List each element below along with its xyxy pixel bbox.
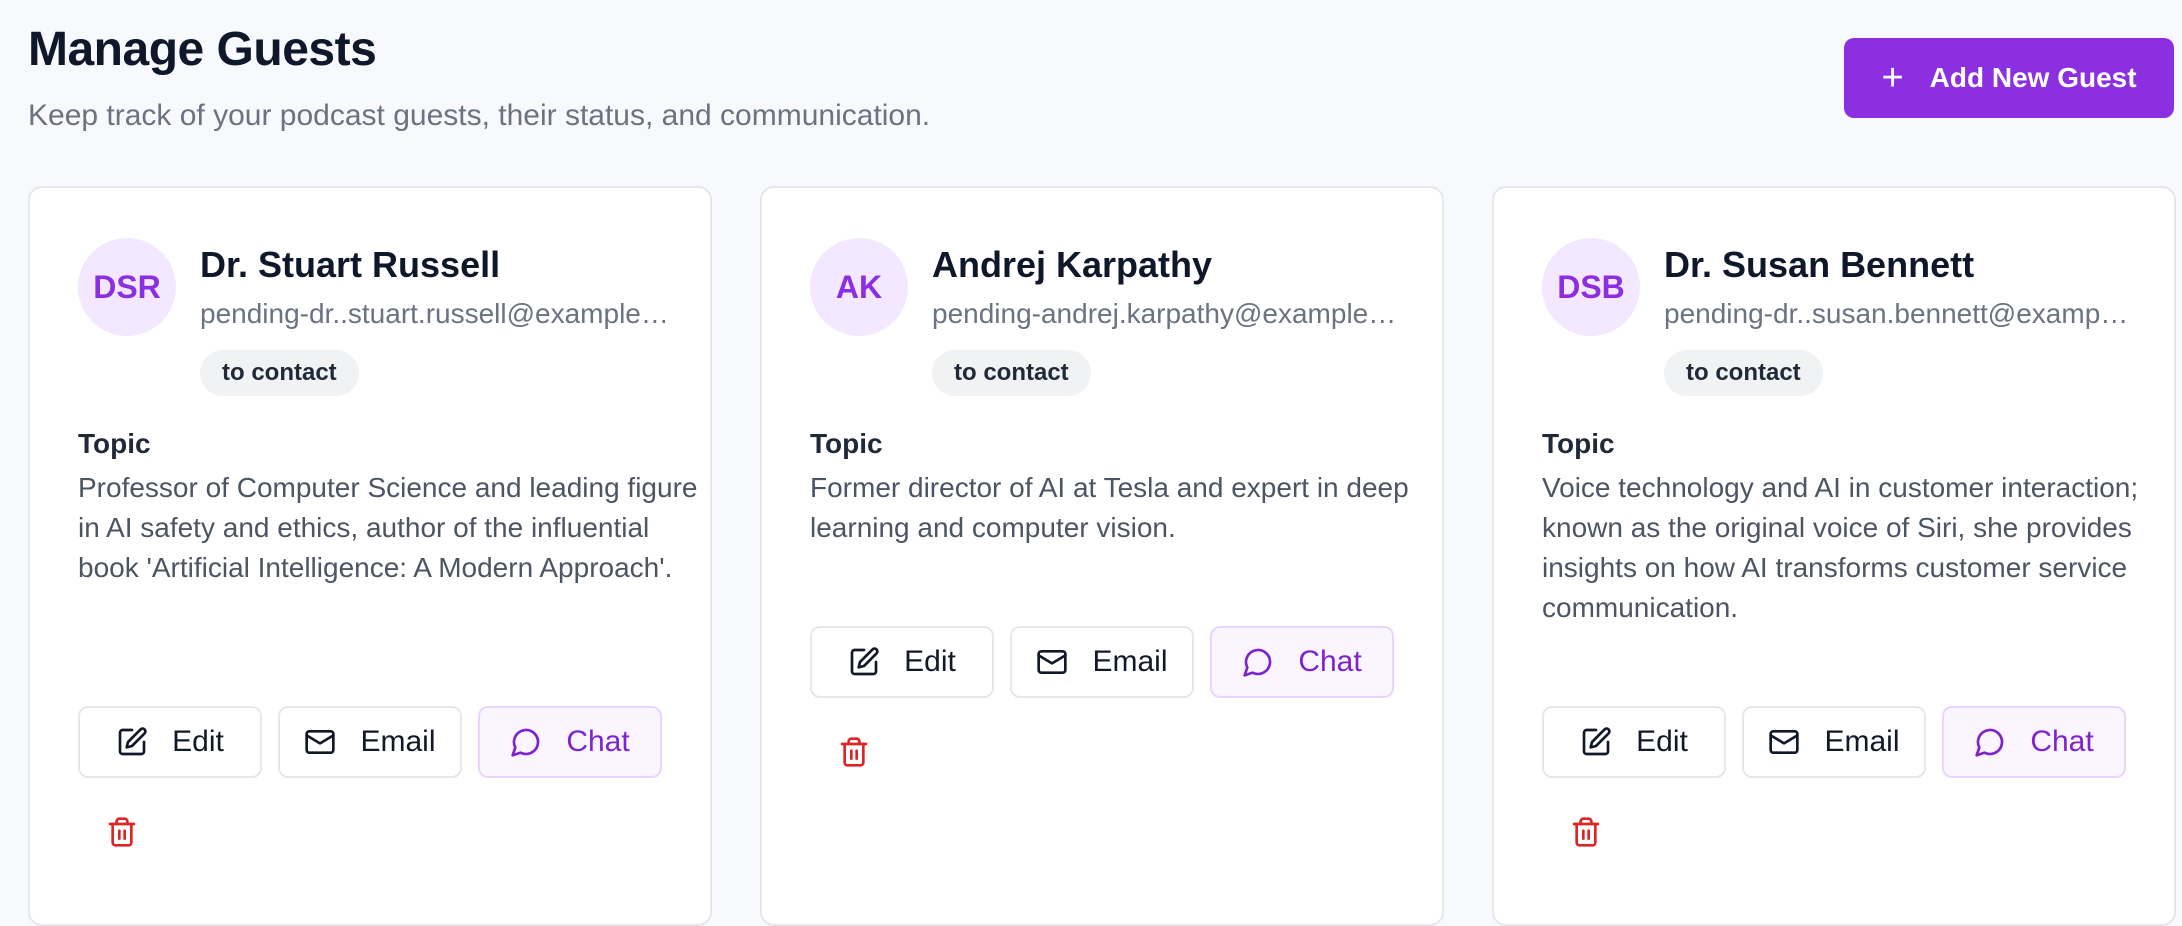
add-new-guest-button[interactable]: + Add New Guest bbox=[1844, 38, 2174, 118]
topic-label: Topic bbox=[78, 428, 151, 459]
email-label: Email bbox=[1092, 645, 1168, 678]
trash-icon bbox=[108, 817, 136, 847]
edit-icon bbox=[1582, 727, 1611, 756]
guest-card: DSB Dr. Susan Bennett pending-dr..susan.… bbox=[1492, 186, 2176, 926]
topic-label: Topic bbox=[1542, 428, 1615, 459]
page-subtitle: Keep track of your podcast guests, their… bbox=[28, 99, 931, 132]
chat-button[interactable]: Chat bbox=[1942, 706, 2126, 778]
status-badge: to contact bbox=[932, 350, 1091, 396]
card-actions: Edit Email Chat bbox=[810, 626, 1394, 698]
chat-label: Chat bbox=[1298, 645, 1362, 678]
edit-label: Edit bbox=[1636, 725, 1688, 758]
email-button[interactable]: Email bbox=[278, 706, 462, 778]
chat-bubble-icon bbox=[511, 728, 540, 757]
topic-text: Voice technology and AI in customer inte… bbox=[1542, 472, 2139, 623]
email-label: Email bbox=[1824, 725, 1900, 758]
status-badge: to contact bbox=[1664, 350, 1823, 396]
chat-label: Chat bbox=[566, 725, 630, 758]
topic-text: Professor of Computer Science and leadin… bbox=[78, 472, 698, 583]
status-badge: to contact bbox=[200, 350, 359, 396]
page-title: Manage Guests bbox=[28, 23, 377, 76]
chat-button[interactable]: Chat bbox=[478, 706, 662, 778]
guest-name: Andrej Karpathy bbox=[932, 244, 1213, 285]
avatar: DSR bbox=[78, 238, 176, 336]
edit-button[interactable]: Edit bbox=[810, 626, 994, 698]
edit-label: Edit bbox=[172, 725, 224, 758]
topic-text: Former director of AI at Tesla and exper… bbox=[810, 472, 1409, 543]
avatar: AK bbox=[810, 238, 908, 336]
chat-bubble-icon bbox=[1243, 648, 1272, 677]
trash-icon bbox=[1572, 817, 1600, 847]
avatar: DSB bbox=[1542, 238, 1640, 336]
guest-name: Dr. Stuart Russell bbox=[200, 244, 501, 285]
chat-bubble-icon bbox=[1975, 728, 2004, 757]
edit-label: Edit bbox=[904, 645, 956, 678]
email-label: Email bbox=[360, 725, 436, 758]
add-new-guest-label: Add New Guest bbox=[1929, 62, 2137, 93]
card-actions: Edit Email Chat bbox=[78, 706, 662, 778]
trash-icon bbox=[840, 737, 868, 767]
email-button[interactable]: Email bbox=[1742, 706, 1926, 778]
edit-icon bbox=[850, 647, 879, 676]
edit-button[interactable]: Edit bbox=[1542, 706, 1726, 778]
delete-button[interactable] bbox=[834, 732, 874, 772]
card-actions: Edit Email Chat bbox=[1542, 706, 2126, 778]
plus-icon: + bbox=[1881, 57, 1904, 99]
topic-label: Topic bbox=[810, 428, 883, 459]
email-button[interactable]: Email bbox=[1010, 626, 1194, 698]
guest-email: pending-andrej.karpathy@example.com bbox=[932, 298, 1402, 329]
delete-button[interactable] bbox=[102, 812, 142, 852]
guest-card: AK Andrej Karpathy pending-andrej.karpat… bbox=[760, 186, 1444, 926]
mail-icon bbox=[305, 730, 336, 754]
chat-label: Chat bbox=[2030, 725, 2094, 758]
guest-email: pending-dr..stuart.russell@example.com bbox=[200, 298, 670, 329]
mail-icon bbox=[1769, 730, 1800, 754]
chat-button[interactable]: Chat bbox=[1210, 626, 1394, 698]
delete-button[interactable] bbox=[1566, 812, 1606, 852]
guest-name: Dr. Susan Bennett bbox=[1664, 244, 1975, 285]
mail-icon bbox=[1037, 650, 1068, 674]
page-header: Manage Guests Keep track of your podcast… bbox=[28, 22, 930, 133]
guest-email: pending-dr..susan.bennett@example.com bbox=[1664, 298, 2134, 329]
edit-button[interactable]: Edit bbox=[78, 706, 262, 778]
guest-card: DSR Dr. Stuart Russell pending-dr..stuar… bbox=[28, 186, 712, 926]
edit-icon bbox=[118, 727, 147, 756]
